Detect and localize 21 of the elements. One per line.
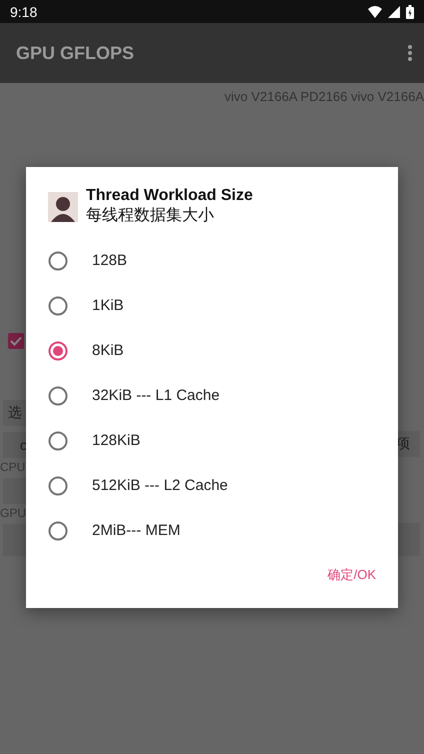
battery-icon (406, 4, 414, 18)
ok-button[interactable]: 确定/OK (318, 558, 386, 592)
signal-icon (388, 6, 400, 18)
gpu-result-field (396, 523, 420, 556)
radio-option[interactable]: 2MiB--- MEM (26, 508, 398, 553)
checkbox[interactable] (8, 333, 24, 349)
radio-option[interactable]: 32KiB --- L1 Cache (26, 373, 398, 418)
radio-option[interactable]: 128KiB (26, 418, 398, 463)
avatar-icon (48, 192, 78, 222)
radio-option[interactable]: 1KiB (26, 283, 398, 328)
dialog-title: Thread Workload Size (86, 187, 253, 205)
app-title: GPU GFLOPS (16, 42, 136, 64)
wifi-icon (368, 6, 382, 18)
status-time: 9:18 (10, 4, 38, 20)
radio-option[interactable]: 8KiB (26, 328, 398, 373)
radio-option[interactable]: 512KiB --- L2 Cache (26, 463, 398, 508)
cpu-field[interactable] (3, 478, 27, 504)
overflow-menu-icon[interactable] (408, 45, 412, 61)
radio-option[interactable]: 128B (26, 238, 398, 283)
gpu-field[interactable] (3, 524, 27, 556)
dialog-subtitle: 每线程数据集大小 (86, 206, 215, 226)
